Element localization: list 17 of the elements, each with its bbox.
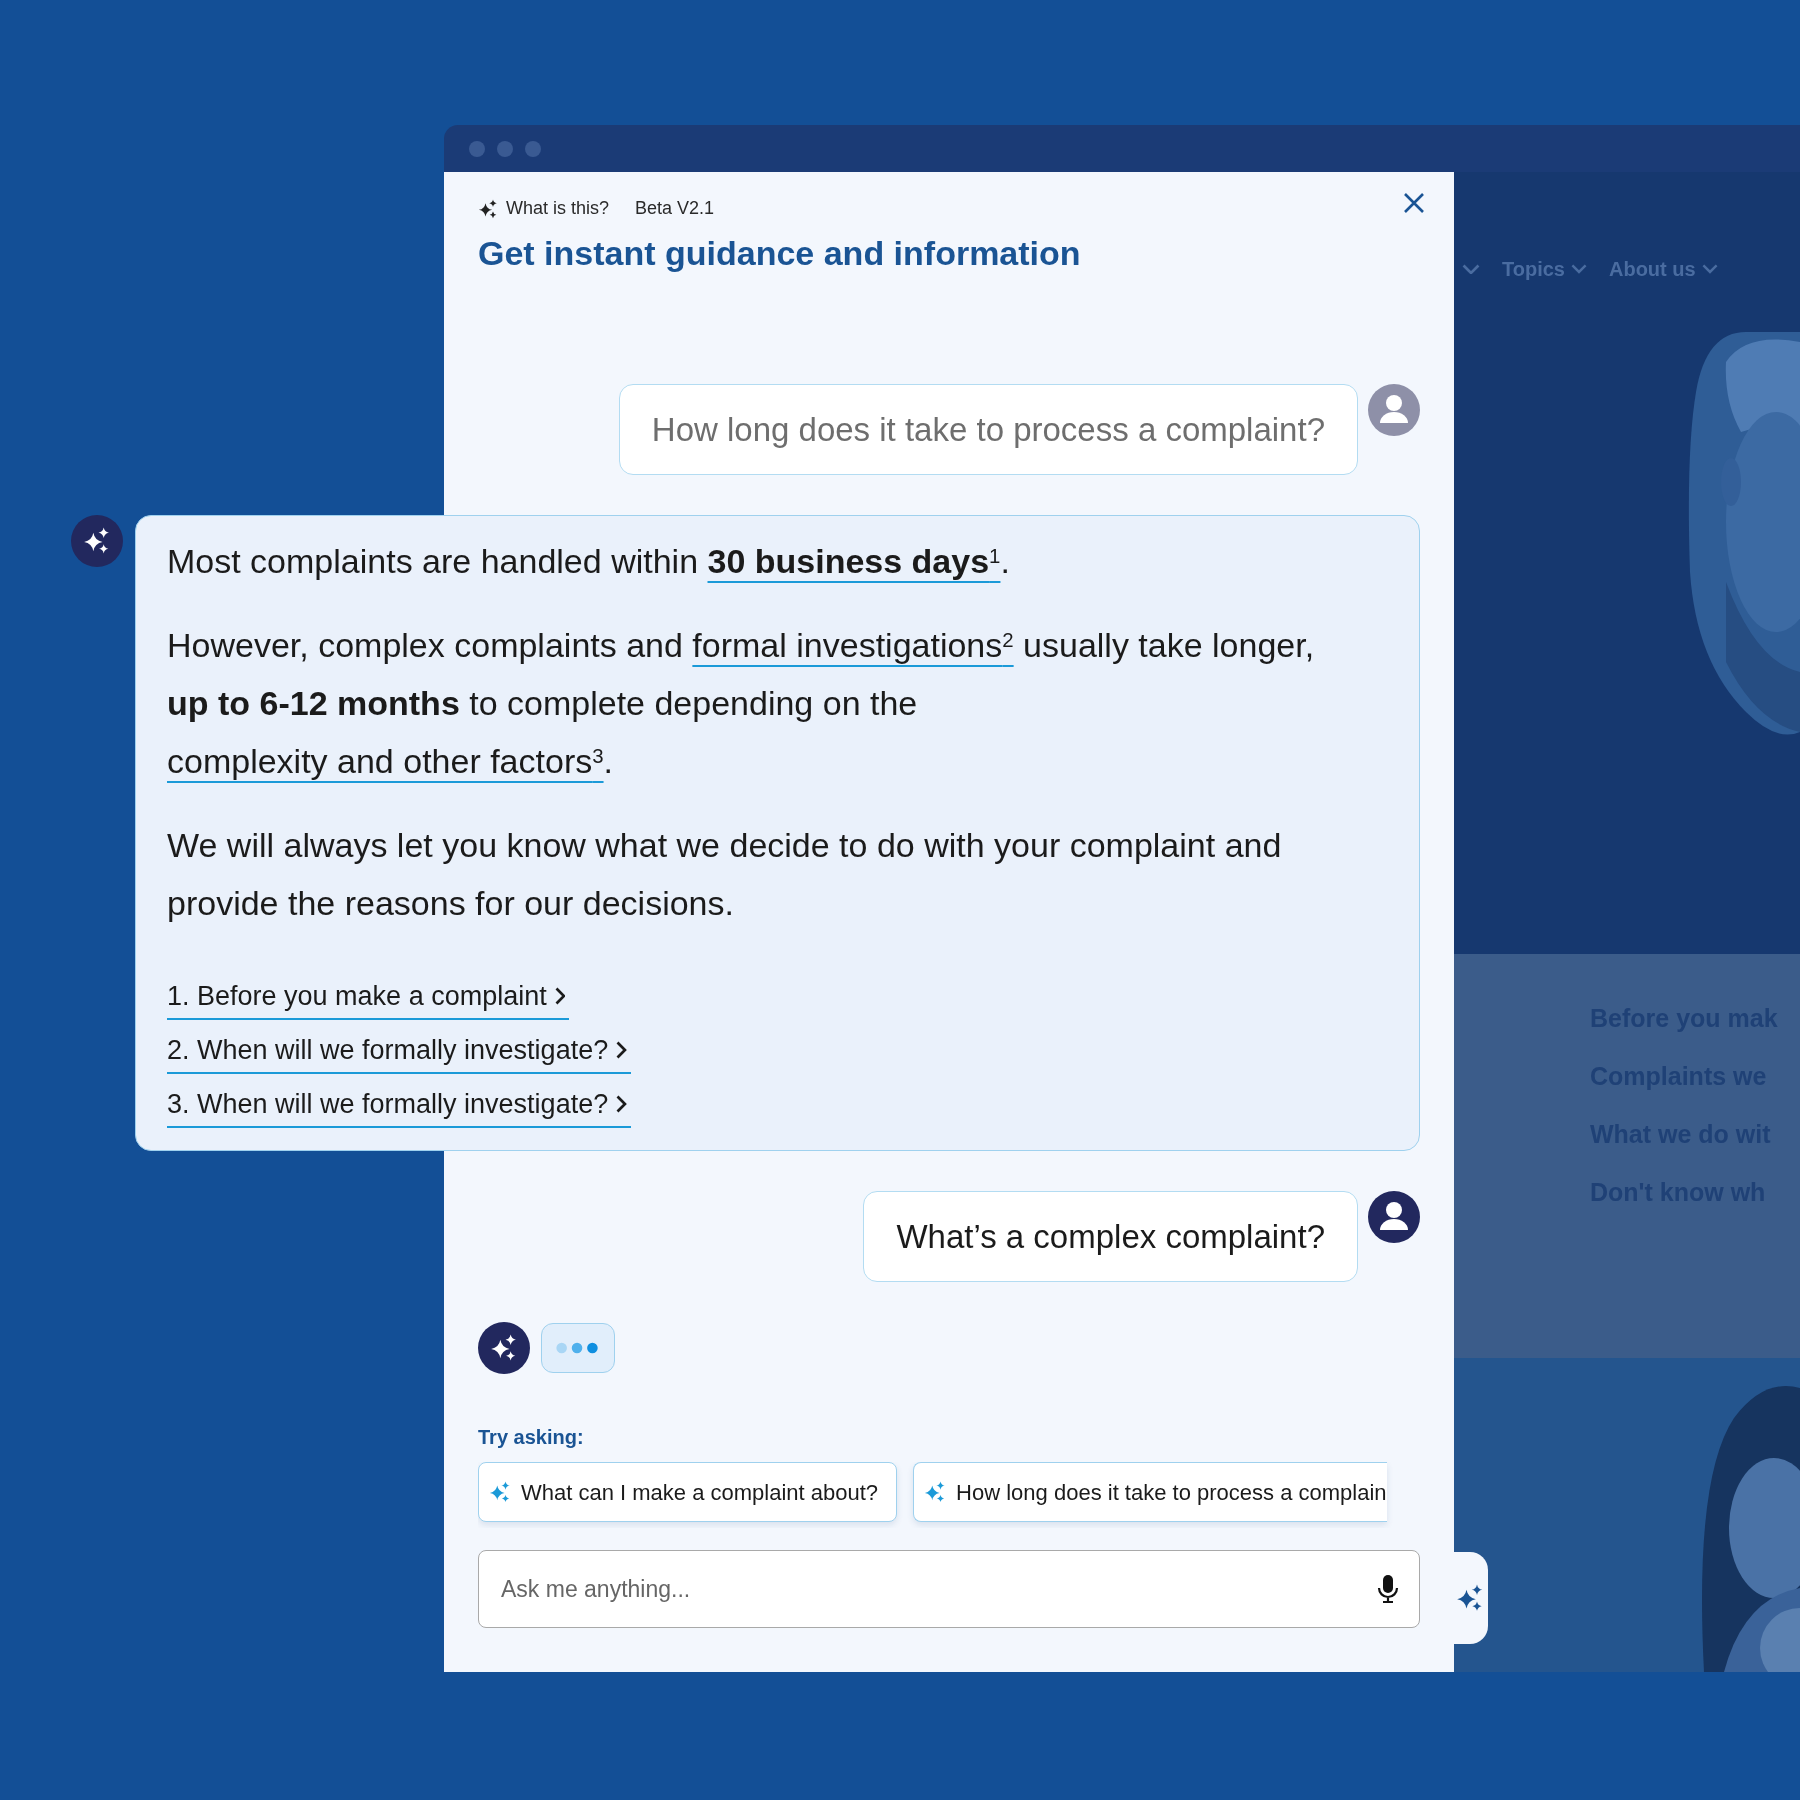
source-link[interactable]: 3. When will we formally investigate? [167,1084,631,1128]
suggestion-chip[interactable]: What can I make a complaint about? [478,1462,898,1522]
answer-paragraph: However, complex complaints and formal investigations$^{2}$ usually take longer, up to 6-12 months to complete depending on the complexity and other factors$^{3}$. [167,625,1316,782]
source-link[interactable]: 2. When will we formally investigate? [167,1030,631,1074]
panel-title: Get instant guidance and information [478,233,1082,274]
user-message: How long does it take to process a complaint? [618,384,1358,475]
info-link[interactable]: What is this? [478,195,610,222]
answer-link[interactable]: formal investigations$^{2}$ [692,626,1014,664]
answer-paragraph: We will always let you know what we decide to do with your complaint and provide the reasons for our decisions. [167,825,1283,924]
answer-link[interactable]: 30 business days$^{1}$ [707,542,1001,580]
user-message: What’s a complex complaint? [863,1191,1358,1282]
suggestion-chip[interactable]: How long does it take to process a complain [913,1462,1387,1522]
answer-link[interactable]: complexity and other factors$^{3}$ [167,742,604,780]
section-label: Try asking: [478,1425,585,1450]
source-link[interactable]: 1. Before you make a complaint [167,976,570,1020]
version-label: Beta V2.1 [635,197,715,220]
answer-paragraph: Most complaints are handled within 30 business days$^{1}$. [167,541,1011,582]
